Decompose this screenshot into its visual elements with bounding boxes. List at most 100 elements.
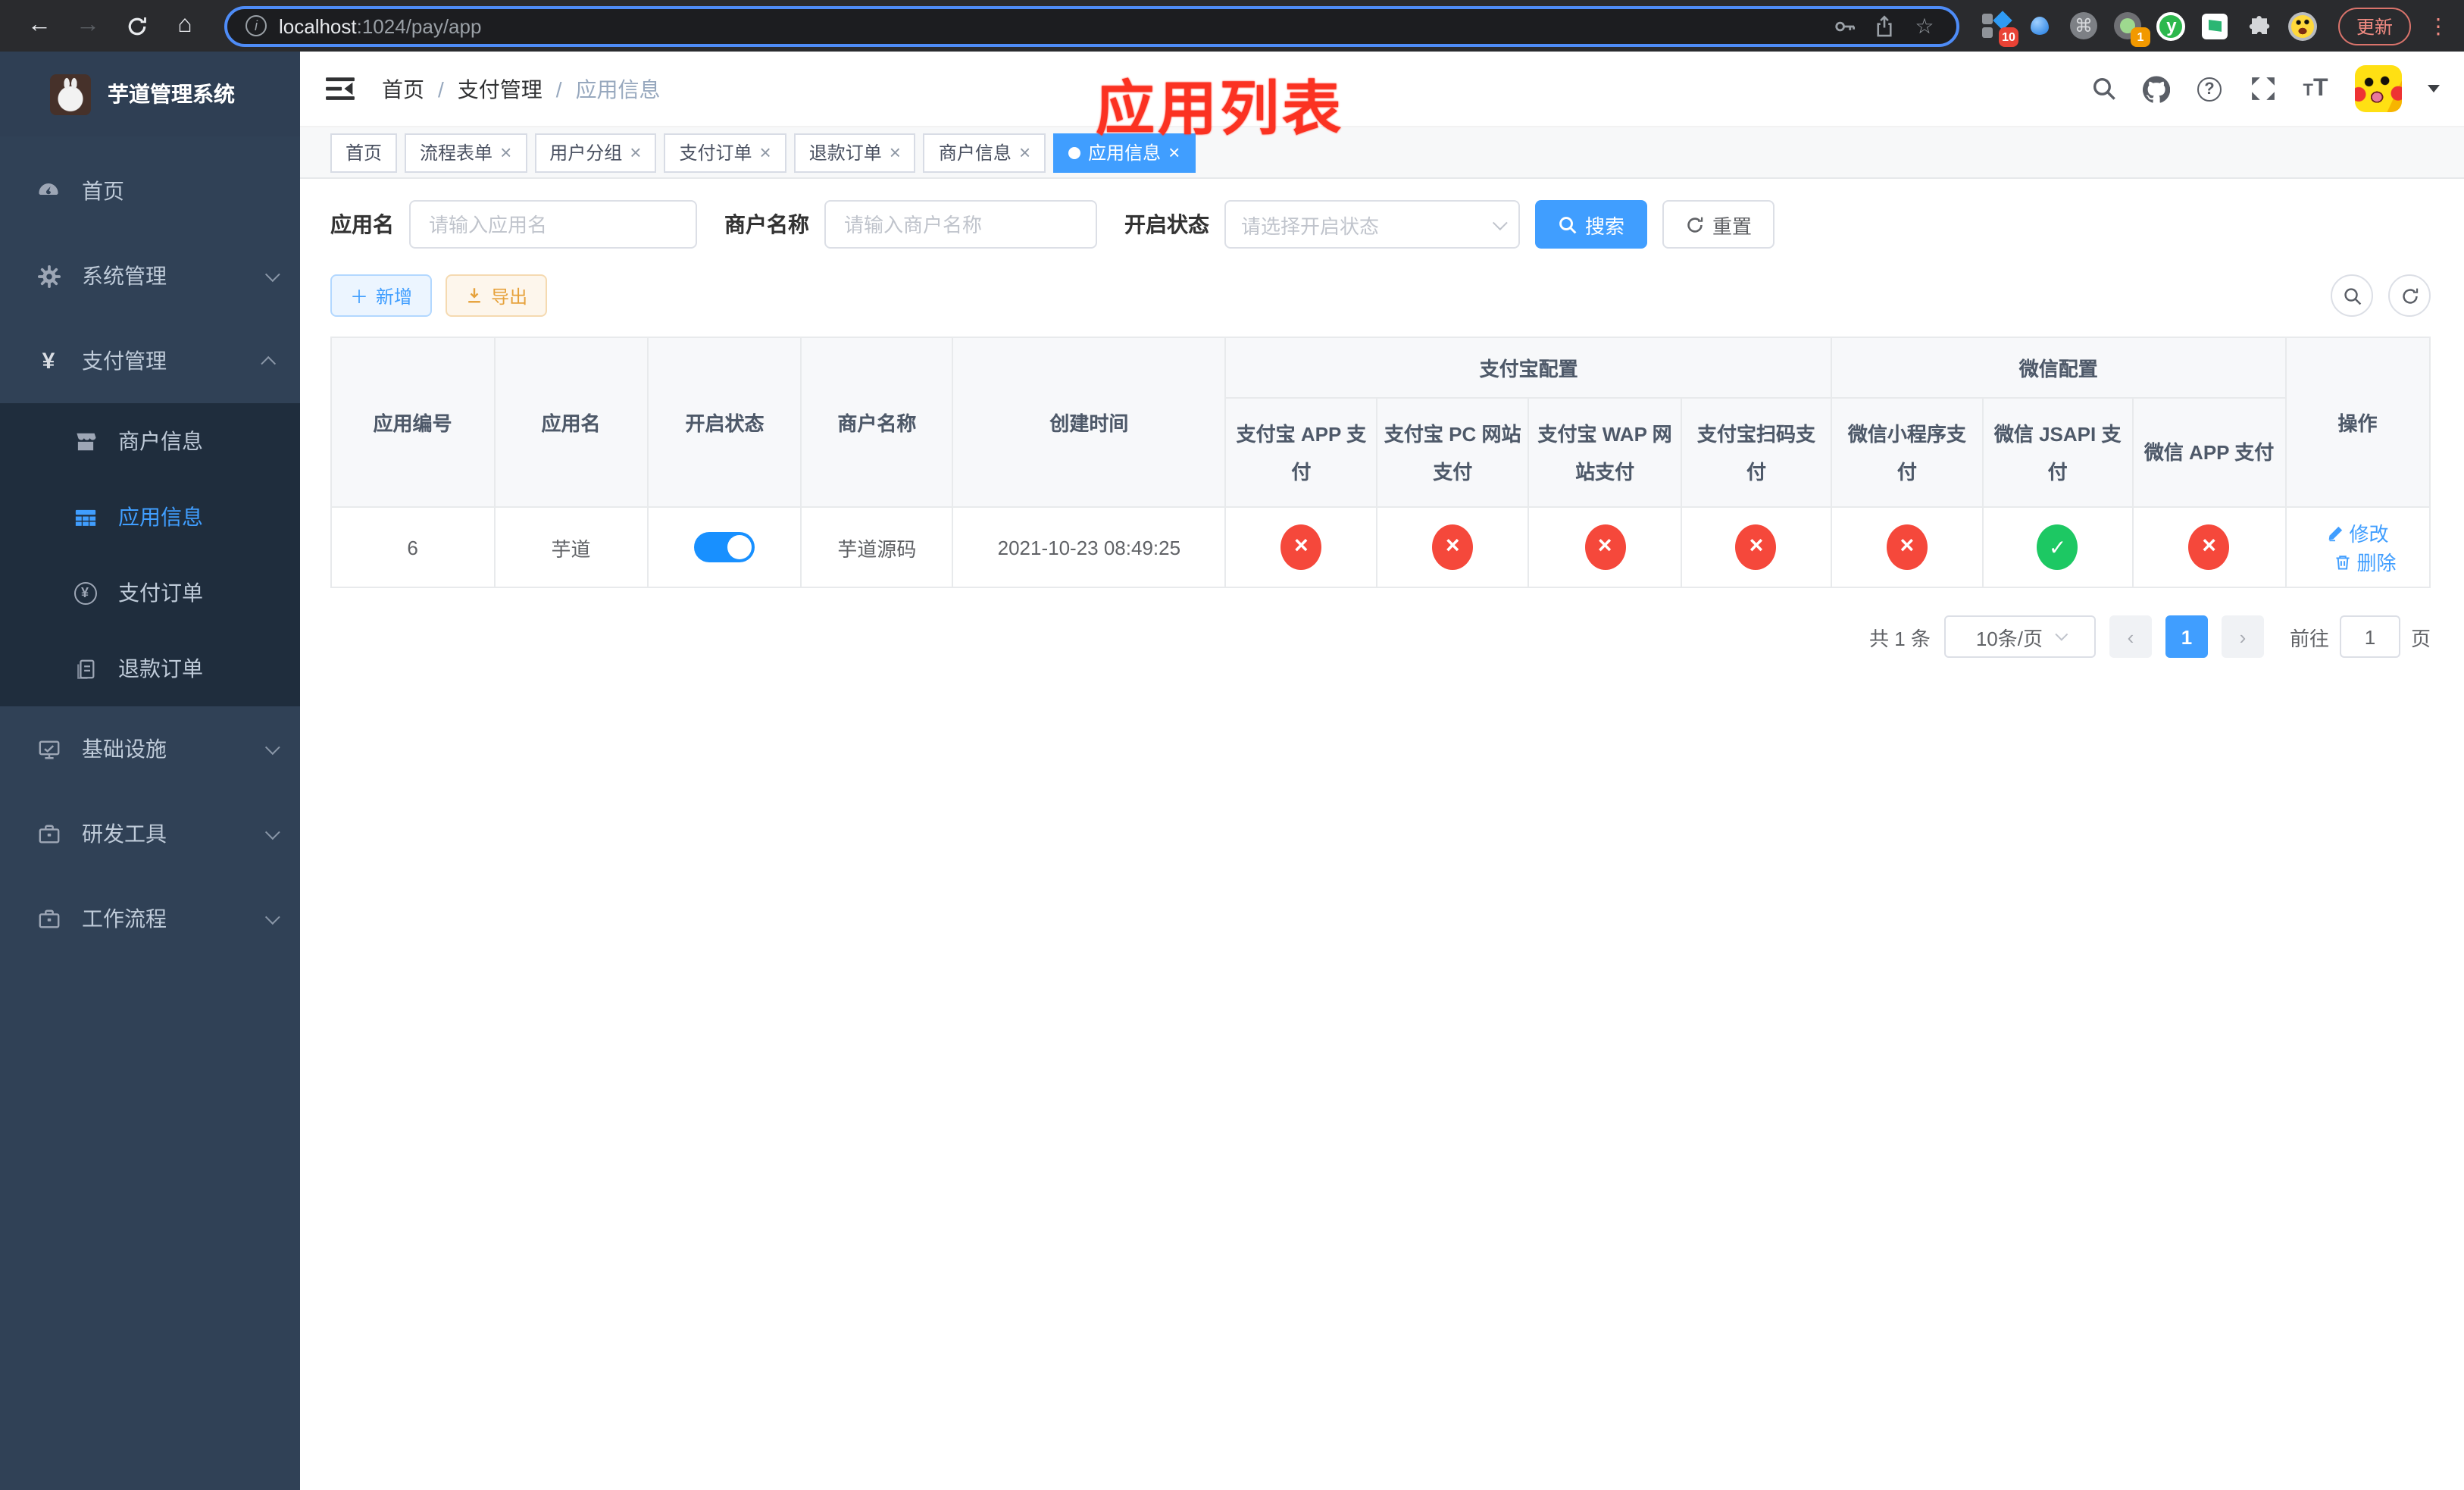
- merchant-name-input[interactable]: [824, 200, 1097, 249]
- col-wx-jsapi: 微信 JSAPI 支付: [1981, 397, 2134, 508]
- status-check-icon: [2037, 524, 2078, 570]
- browser-home-icon[interactable]: ⌂: [167, 8, 203, 44]
- cell-merchant: 芋道源码: [800, 506, 953, 588]
- breadcrumb-payment[interactable]: 支付管理: [458, 74, 543, 104]
- status-cross-icon: [1886, 524, 1928, 570]
- monitor-icon: [36, 737, 61, 761]
- tag-app-info[interactable]: 应用信息 ×: [1053, 133, 1196, 172]
- gear-icon: [36, 264, 61, 288]
- bookmark-star-icon[interactable]: ☆: [1911, 12, 1938, 39]
- status-cross-icon: [1735, 524, 1777, 570]
- search-button[interactable]: 搜索: [1535, 200, 1648, 249]
- page-size-select[interactable]: 10条/页: [1943, 615, 2096, 658]
- status-cross-icon: [2188, 524, 2230, 570]
- status-cross-icon: [1584, 524, 1626, 570]
- col-enabled: 开启状态: [646, 337, 802, 508]
- goto-page-input[interactable]: [2339, 615, 2400, 658]
- extension-chat-icon[interactable]: [2200, 11, 2231, 41]
- breadcrumb-home[interactable]: 首页: [382, 74, 424, 104]
- url-text[interactable]: localhost:1024/pay/app: [279, 14, 481, 37]
- tag-process-form[interactable]: 流程表单 ×: [405, 133, 527, 172]
- prev-page-button[interactable]: ‹: [2109, 615, 2152, 658]
- chrome-update-button[interactable]: 更新: [2337, 7, 2411, 45]
- col-wx-app: 微信 APP 支付: [2132, 397, 2287, 508]
- password-key-icon[interactable]: [1832, 12, 1859, 39]
- help-icon[interactable]: ?: [2196, 75, 2223, 102]
- font-size-icon[interactable]: TT: [2302, 75, 2329, 102]
- sidebar-item-workflow[interactable]: 工作流程: [0, 876, 300, 961]
- extensions-puzzle-icon[interactable]: [2244, 11, 2275, 41]
- chevron-down-icon: [264, 909, 280, 925]
- page-number-1[interactable]: 1: [2165, 615, 2208, 658]
- search-icon[interactable]: [2090, 75, 2117, 102]
- github-icon[interactable]: [2143, 75, 2170, 102]
- sidebar-item-refund-order[interactable]: 退款订单: [0, 631, 300, 706]
- refresh-button[interactable]: [2388, 274, 2431, 317]
- close-icon[interactable]: ×: [1168, 142, 1180, 162]
- extension-sketch-icon[interactable]: 10: [1981, 11, 2018, 47]
- status-cross-icon: [1280, 524, 1322, 570]
- sidebar-item-merchant-info[interactable]: 商户信息: [0, 403, 300, 479]
- avatar-caret-icon[interactable]: [2428, 85, 2440, 92]
- add-button[interactable]: ＋新增: [330, 274, 433, 317]
- tag-pay-order[interactable]: 支付订单 ×: [664, 133, 786, 172]
- extension-emoji-icon[interactable]: [2288, 11, 2319, 41]
- chevron-down-icon: [1492, 214, 1508, 230]
- browser-back-icon[interactable]: ←: [21, 8, 58, 44]
- col-actions: 操作: [2284, 337, 2431, 508]
- extension-y-icon[interactable]: y: [2156, 11, 2187, 41]
- close-icon[interactable]: ×: [500, 142, 511, 162]
- sidebar: 芋道管理系统 首页 系统管理 ¥ 支付管理 商户信息 应用信息 ¥ 支付订单 退…: [0, 52, 300, 1490]
- extension-recorder-icon[interactable]: 1: [2112, 11, 2150, 47]
- status-label: 开启状态: [1124, 212, 1209, 236]
- enabled-toggle[interactable]: [694, 532, 755, 562]
- tag-merchant-info[interactable]: 商户信息 ×: [923, 133, 1046, 172]
- close-icon[interactable]: ×: [760, 142, 771, 162]
- status-select[interactable]: 请选择开启状态: [1224, 200, 1520, 249]
- plus-icon: ＋: [350, 286, 369, 307]
- col-group-alipay: 支付宝配置: [1224, 337, 1833, 399]
- share-icon[interactable]: [1871, 12, 1899, 39]
- tag-user-group[interactable]: 用户分组 ×: [534, 133, 657, 172]
- extension-balloon-icon[interactable]: [2025, 11, 2055, 41]
- col-alipay-pc: 支付宝 PC 网站支付: [1375, 397, 1530, 508]
- status-cross-icon: [1432, 524, 1474, 570]
- sidebar-item-app-info[interactable]: 应用信息: [0, 479, 300, 555]
- close-icon[interactable]: ×: [890, 142, 901, 162]
- table-toolbar: ＋新增 导出: [330, 274, 2431, 317]
- table-row: 6 芋道 芋道源码 2021-10-23 08:49:25 × × × × × …: [330, 506, 2431, 588]
- app-name-label: 应用名: [330, 212, 394, 236]
- browser-reload-icon[interactable]: [118, 8, 155, 44]
- sidebar-item-devtools[interactable]: 研发工具: [0, 791, 300, 876]
- export-button[interactable]: 导出: [446, 274, 548, 317]
- browser-menu-icon[interactable]: ⋮: [2428, 13, 2449, 39]
- extension-command-icon[interactable]: ⌘: [2068, 11, 2099, 41]
- sidebar-item-home[interactable]: 首页: [0, 149, 300, 233]
- site-info-icon[interactable]: i: [245, 15, 267, 36]
- sidebar-logo[interactable]: 芋道管理系统: [0, 52, 300, 136]
- close-icon[interactable]: ×: [630, 142, 641, 162]
- col-merchant: 商户名称: [800, 337, 953, 508]
- tag-refund-order[interactable]: 退款订单 ×: [793, 133, 916, 172]
- close-icon[interactable]: ×: [1019, 142, 1030, 162]
- col-group-wechat: 微信配置: [1831, 337, 2287, 399]
- toggle-search-button[interactable]: [2331, 274, 2373, 317]
- edit-link[interactable]: 修改: [2327, 518, 2389, 547]
- fullscreen-icon[interactable]: [2249, 75, 2276, 102]
- sidebar-item-payment[interactable]: ¥ 支付管理: [0, 318, 300, 403]
- page-content: 应用名 商户名称 开启状态 请选择开启状态 搜索 重置: [300, 179, 2464, 1490]
- next-page-button[interactable]: ›: [2221, 615, 2264, 658]
- collapse-sidebar-icon[interactable]: [324, 74, 358, 104]
- reset-button[interactable]: 重置: [1662, 200, 1775, 249]
- app-name-input[interactable]: [409, 200, 697, 249]
- sidebar-item-pay-order[interactable]: ¥ 支付订单: [0, 555, 300, 631]
- col-alipay-qr: 支付宝扫码支付: [1680, 397, 1833, 508]
- avatar[interactable]: [2355, 65, 2402, 112]
- browser-forward-icon[interactable]: →: [70, 8, 106, 44]
- tag-home[interactable]: 首页: [330, 133, 398, 172]
- payment-submenu: 商户信息 应用信息 ¥ 支付订单 退款订单: [0, 403, 300, 706]
- sidebar-item-infra[interactable]: 基础设施: [0, 706, 300, 791]
- address-bar[interactable]: i localhost:1024/pay/app ☆: [224, 5, 1959, 46]
- delete-link[interactable]: 删除: [2334, 547, 2397, 576]
- sidebar-item-system[interactable]: 系统管理: [0, 233, 300, 318]
